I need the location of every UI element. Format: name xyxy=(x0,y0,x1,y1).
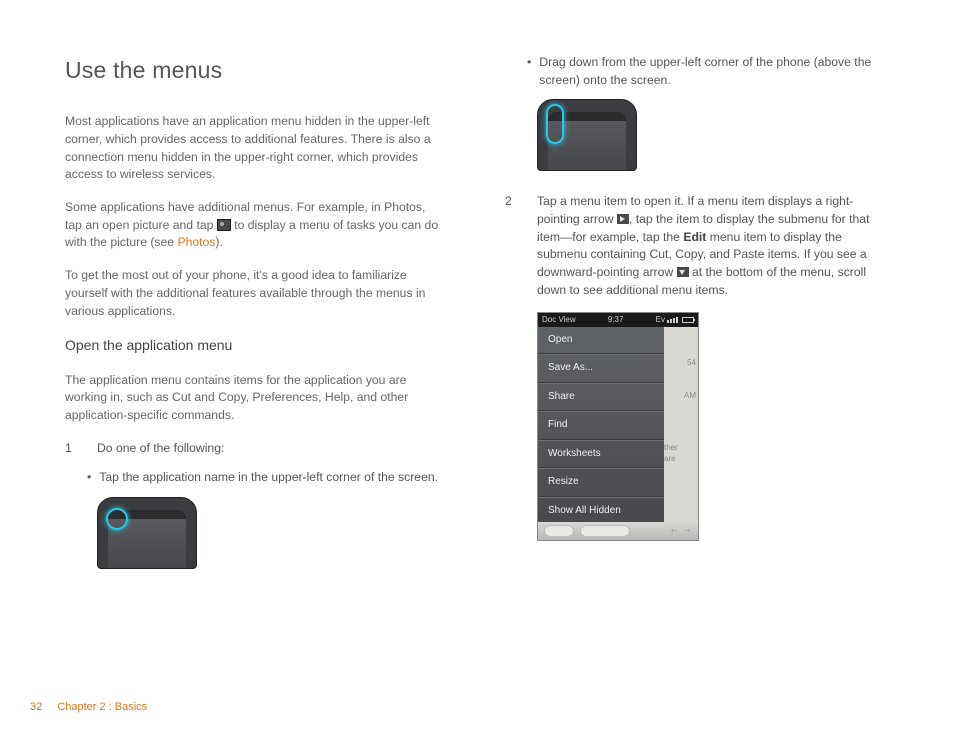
menu-item-worksheets[interactable]: Worksheets xyxy=(538,440,664,469)
step-number: 1 xyxy=(65,440,75,458)
intro-paragraph-1: Most applications have an application me… xyxy=(65,113,445,184)
step-body: Tap a menu item to open it. If a menu it… xyxy=(537,193,885,299)
intro-paragraph-3: To get the most out of your phone, it's … xyxy=(65,267,445,320)
arrow-down-icon xyxy=(677,267,689,277)
signal-icon xyxy=(667,317,678,323)
application-menu: Open Save As... Share Find Worksheets Re… xyxy=(538,327,664,526)
touch-indicator-icon xyxy=(106,508,128,530)
arrow-right-icon xyxy=(617,214,629,224)
chapter-label: Chapter 2 : Basics xyxy=(57,701,147,713)
bullet-tap-app-name: • Tap the application name in the upper-… xyxy=(87,469,445,487)
bullet-text: Tap the application name in the upper-le… xyxy=(99,469,438,487)
menu-item-share[interactable]: Share xyxy=(538,383,664,412)
menu-item-save-as[interactable]: Save As... xyxy=(538,354,664,383)
menu-item-resize[interactable]: Resize xyxy=(538,468,664,497)
step-1: 1 Do one of the following: xyxy=(65,440,445,458)
page-heading: Use the menus xyxy=(65,54,445,87)
phone-screenshot-app-menu: Doc View 9:37 Ev 54 AM ther are Open Sav… xyxy=(537,312,699,541)
page-footer: 32 Chapter 2 : Basics xyxy=(30,700,147,716)
toolbar-chip[interactable] xyxy=(544,525,574,537)
app-menu-description: The application menu contains items for … xyxy=(65,372,445,425)
step-body: Do one of the following: xyxy=(97,440,445,458)
nav-arrows-icon[interactable]: ← → xyxy=(669,523,692,538)
edit-menu-label: Edit xyxy=(683,230,706,244)
photos-link[interactable]: Photos xyxy=(177,235,215,249)
background-content: 54 AM ther are xyxy=(662,327,698,540)
phone-screenshot-tap-corner xyxy=(97,497,197,569)
menu-item-open[interactable]: Open xyxy=(538,327,664,355)
phone-screenshot-drag-down xyxy=(537,99,637,171)
page-number: 32 xyxy=(30,701,42,713)
battery-icon xyxy=(682,317,694,323)
bottom-toolbar: ← → xyxy=(538,522,698,540)
section-heading-open-app-menu: Open the application menu xyxy=(65,335,445,355)
image-menu-icon xyxy=(217,219,231,231)
bullet-icon: • xyxy=(87,469,91,487)
network-label: Ev xyxy=(656,314,665,326)
status-app-name: Doc View xyxy=(542,314,576,326)
status-time: 9:37 xyxy=(608,314,624,326)
left-column: Use the menus Most applications have an … xyxy=(65,54,445,569)
bullet-icon: • xyxy=(527,54,531,89)
status-bar: Doc View 9:37 Ev xyxy=(538,313,698,327)
menu-item-find[interactable]: Find xyxy=(538,411,664,440)
step-number: 2 xyxy=(505,193,515,299)
right-column: • Drag down from the upper-left corner o… xyxy=(505,54,885,569)
bullet-text: Drag down from the upper-left corner of … xyxy=(539,54,885,89)
intro-paragraph-2: Some applications have additional menus.… xyxy=(65,199,445,252)
step-2: 2 Tap a menu item to open it. If a menu … xyxy=(505,193,885,299)
drag-indicator-icon xyxy=(546,104,564,144)
toolbar-chip[interactable] xyxy=(580,525,630,537)
bullet-drag-down: • Drag down from the upper-left corner o… xyxy=(527,54,885,89)
